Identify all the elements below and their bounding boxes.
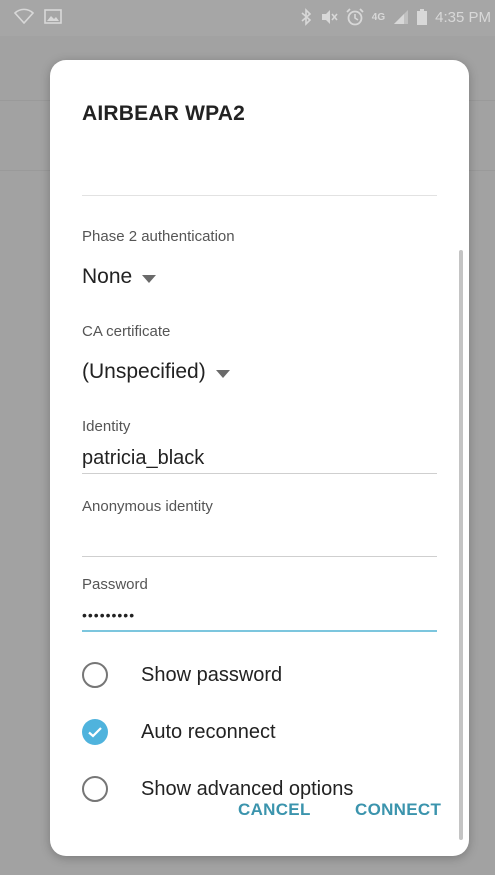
- ca-certificate-value: (Unspecified): [82, 360, 206, 383]
- chevron-down-icon: [215, 360, 230, 384]
- anonymous-identity-label: Anonymous identity: [82, 498, 213, 515]
- identity-input[interactable]: [82, 443, 437, 474]
- ca-certificate-label: CA certificate: [82, 323, 171, 340]
- phase2-value: None: [82, 265, 133, 288]
- mute-icon: [320, 9, 338, 25]
- password-label: Password: [82, 576, 148, 593]
- show-advanced-options-label: Show advanced options: [141, 777, 354, 800]
- auto-reconnect-label: Auto reconnect: [141, 720, 276, 743]
- network-type-label: 4G: [371, 11, 386, 23]
- checkbox-unchecked-icon: [82, 776, 108, 802]
- wifi-connect-dialog: AIRBEAR WPA2 Phase 2 authentication None…: [50, 60, 469, 856]
- password-input[interactable]: [82, 600, 437, 632]
- connect-button[interactable]: CONNECT: [355, 800, 441, 820]
- alarm-icon: [346, 8, 364, 26]
- dialog-title: AIRBEAR WPA2: [82, 102, 246, 125]
- status-left-icons: [14, 8, 62, 24]
- checkbox-unchecked-icon: [82, 662, 108, 688]
- wifi-icon: [14, 8, 34, 24]
- checkmark-icon: [82, 719, 108, 745]
- phase2-label: Phase 2 authentication: [82, 228, 235, 245]
- gallery-notification-icon: [44, 8, 62, 24]
- cancel-button[interactable]: CANCEL: [238, 800, 311, 820]
- battery-icon: [417, 9, 428, 25]
- dialog-scrollbar[interactable]: [459, 250, 463, 840]
- auto-reconnect-checkbox[interactable]: Auto reconnect: [82, 712, 437, 752]
- signal-icon: [393, 9, 409, 25]
- bluetooth-icon: [300, 8, 312, 26]
- ca-certificate-dropdown[interactable]: (Unspecified): [82, 360, 230, 384]
- status-right-icons: 4G 4:35 PM: [300, 8, 491, 26]
- status-bar: 4G 4:35 PM: [0, 0, 495, 36]
- title-divider: [82, 195, 437, 196]
- identity-label: Identity: [82, 418, 131, 435]
- show-password-label: Show password: [141, 663, 283, 686]
- phase2-dropdown[interactable]: None: [82, 265, 157, 289]
- show-password-checkbox[interactable]: Show password: [82, 655, 437, 695]
- status-time: 4:35 PM: [435, 8, 491, 26]
- anonymous-identity-input[interactable]: [82, 526, 437, 557]
- chevron-down-icon: [142, 265, 157, 289]
